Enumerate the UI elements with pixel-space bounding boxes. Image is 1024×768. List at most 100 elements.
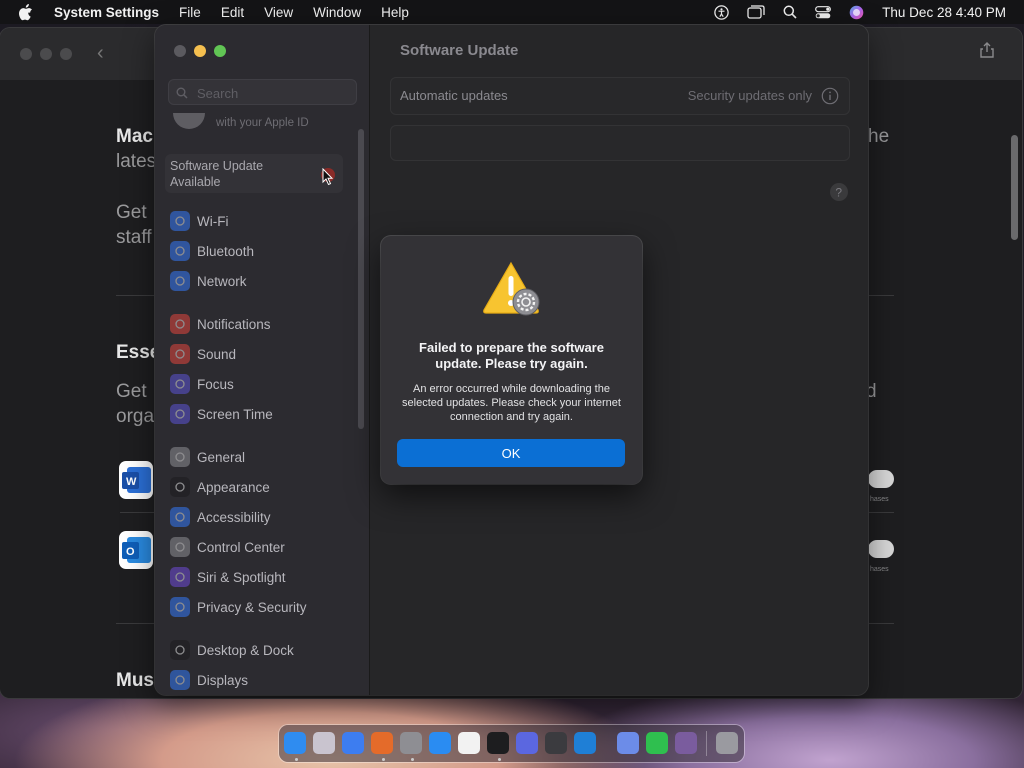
software-update-available-item[interactable]: Software Update Available <box>165 154 343 193</box>
warning-icon <box>482 260 542 323</box>
automatic-updates-row[interactable]: Automatic updates Security updates only <box>390 77 850 115</box>
software-update-label: Software Update Available <box>170 159 264 189</box>
wifi-icon <box>170 211 190 231</box>
dock-separator <box>706 731 707 756</box>
cloud-app-icon[interactable] <box>617 732 639 754</box>
menu-bar: System Settings File Edit View Window He… <box>0 0 1024 24</box>
sidebar-item-accessibility[interactable]: Accessibility <box>170 506 271 528</box>
sidebar-item-screen-time[interactable]: Screen Time <box>170 403 273 425</box>
sidebar-item-label: Notifications <box>197 316 271 332</box>
menu-window[interactable]: Window <box>313 5 361 20</box>
sidebar-item-bluetooth[interactable]: Bluetooth <box>170 240 254 262</box>
potion-app-icon[interactable] <box>675 732 697 754</box>
help-icon[interactable]: ? <box>829 182 849 207</box>
automatic-updates-value: Security updates only <box>687 88 812 103</box>
sidebar-item-label: Desktop & Dock <box>197 642 294 658</box>
running-indicator-dot <box>498 758 501 761</box>
dock-icon <box>170 640 190 660</box>
gear-icon <box>170 447 190 467</box>
ok-button[interactable]: OK <box>397 439 625 467</box>
sidebar-item-label: Wi-Fi <box>197 213 229 229</box>
outlook-app-icon: O <box>119 531 153 569</box>
running-indicator-dot <box>411 758 414 761</box>
accessibility-status-icon[interactable] <box>714 4 729 20</box>
launchpad-icon[interactable] <box>313 732 335 754</box>
speaker-icon <box>170 344 190 364</box>
bg-text-fragment: staff <box>116 227 152 248</box>
sidebar-item-control-center[interactable]: Control Center <box>170 536 285 558</box>
sidebar-item-label: Screen Time <box>197 406 273 422</box>
sidebar-item-label: Accessibility <box>197 509 271 525</box>
textedit-icon[interactable] <box>458 732 480 754</box>
sidebar-search[interactable] <box>168 79 357 105</box>
close-button[interactable] <box>174 45 186 57</box>
background-scrollbar[interactable] <box>1011 135 1018 240</box>
avatar <box>173 113 205 129</box>
menu-file[interactable]: File <box>179 5 201 20</box>
screen-mirroring-icon[interactable] <box>747 5 765 19</box>
sidebar-item-focus[interactable]: Focus <box>170 373 234 395</box>
system-settings-icon[interactable] <box>400 732 422 754</box>
menu-app-name[interactable]: System Settings <box>54 5 159 20</box>
svg-text:O: O <box>126 546 135 558</box>
moon-icon <box>170 374 190 394</box>
sidebar-scrollbar[interactable] <box>358 129 364 429</box>
trash-icon[interactable] <box>716 732 738 754</box>
close-dot-icon[interactable] <box>20 48 32 60</box>
bg-text-fragment: Mac <box>116 126 153 147</box>
minimize-button[interactable] <box>194 45 206 57</box>
sidebar-item-sound[interactable]: Sound <box>170 343 236 365</box>
sidebar-item-privacy-security[interactable]: Privacy & Security <box>170 596 307 618</box>
back-chevron-icon[interactable]: ‹ <box>97 42 104 65</box>
vscode-icon[interactable] <box>574 732 596 754</box>
share-icon[interactable] <box>980 42 994 63</box>
sidebar-item-wi-fi[interactable]: Wi-Fi <box>170 210 228 232</box>
menu-clock[interactable]: Thu Dec 28 4:40 PM <box>882 5 1006 20</box>
bluetooth-icon <box>170 241 190 261</box>
sidebar-item-displays[interactable]: Displays <box>170 669 248 691</box>
siri-icon[interactable] <box>849 5 864 20</box>
siri-icon <box>170 567 190 587</box>
toggle-switch[interactable] <box>868 540 894 558</box>
paintbrush-icon[interactable] <box>545 732 567 754</box>
appearance-icon <box>170 477 190 497</box>
sidebar-item-appearance[interactable]: Appearance <box>170 476 270 498</box>
zoom-button[interactable] <box>214 45 226 57</box>
automatic-updates-label: Automatic updates <box>400 88 508 103</box>
sidebar-item-label: Control Center <box>197 539 285 555</box>
spotlight-search-icon[interactable] <box>783 5 797 19</box>
update-status-row <box>390 125 850 161</box>
search-input[interactable] <box>195 82 349 104</box>
dock <box>279 725 744 762</box>
bg-text-fragment: Mus <box>116 670 154 691</box>
zoom-dot-icon[interactable] <box>60 48 72 60</box>
sidebar-item-notifications[interactable]: Notifications <box>170 313 271 335</box>
finder-icon[interactable] <box>284 732 306 754</box>
sidebar-item-label: Sound <box>197 346 237 362</box>
svg-text:W: W <box>126 476 137 488</box>
apple-logo-icon[interactable] <box>18 3 36 21</box>
menu-edit[interactable]: Edit <box>221 5 244 20</box>
browser-icon[interactable] <box>516 732 538 754</box>
toggle-switch[interactable] <box>868 470 894 488</box>
profile-subtitle: with your Apple ID <box>216 117 309 129</box>
bg-text-fragment: orga <box>116 406 155 427</box>
sidebar-item-general[interactable]: General <box>170 446 245 468</box>
menu-extras: Thu Dec 28 4:40 PM <box>714 0 1006 24</box>
facetime-icon[interactable] <box>646 732 668 754</box>
terminal-icon[interactable] <box>487 732 509 754</box>
sidebar-item-network[interactable]: Network <box>170 270 247 292</box>
page-title: Software Update <box>400 42 519 59</box>
sidebar-item-siri-spotlight[interactable]: Siri & Spotlight <box>170 566 286 588</box>
sidebar-item-desktop-dock[interactable]: Desktop & Dock <box>170 639 294 661</box>
app-store-icon[interactable] <box>429 732 451 754</box>
firefox-icon[interactable] <box>371 732 393 754</box>
mouse-cursor-icon <box>322 167 334 191</box>
sidebar-item-label: Displays <box>197 672 249 688</box>
control-center-icon[interactable] <box>815 5 832 19</box>
safari-icon[interactable] <box>342 732 364 754</box>
menu-help[interactable]: Help <box>381 5 409 20</box>
menu-view[interactable]: View <box>264 5 293 20</box>
minimize-dot-icon[interactable] <box>40 48 52 60</box>
info-icon[interactable] <box>821 87 839 110</box>
